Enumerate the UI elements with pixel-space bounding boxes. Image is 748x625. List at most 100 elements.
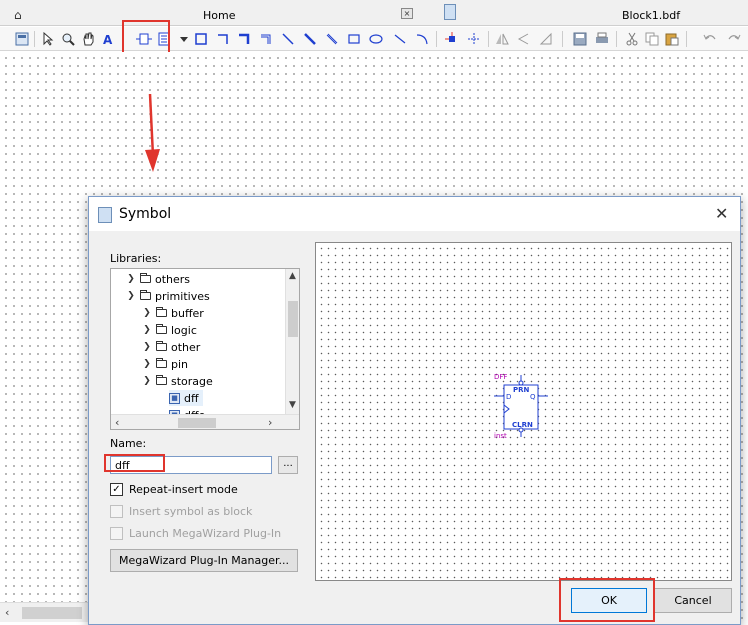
folder-open-icon	[140, 290, 151, 300]
folder-icon	[156, 307, 167, 317]
tab-home[interactable]: ⌂ Home ×	[0, 2, 420, 26]
tree-item-primitives[interactable]: ❯ primitives	[125, 288, 210, 304]
tree-item-pin[interactable]: ❯ pin	[141, 356, 188, 372]
cancel-button[interactable]: Cancel	[654, 588, 732, 613]
chevron-up-icon[interactable]: ▲	[289, 271, 296, 281]
tree-item-label: logic	[171, 323, 197, 337]
orthogonal-conduit-icon[interactable]	[258, 31, 274, 47]
chevron-right-icon[interactable]: ❯	[141, 342, 153, 352]
chevron-down-icon[interactable]: ❯	[125, 291, 137, 301]
tree-vscrollbar[interactable]: ▲ ▼	[285, 269, 299, 414]
print-icon[interactable]	[594, 31, 610, 47]
zoom-icon[interactable]	[60, 31, 76, 47]
chevron-right-icon[interactable]: ❯	[141, 308, 153, 318]
partial-line-icon[interactable]	[466, 31, 482, 47]
name-field-highlight	[104, 454, 165, 472]
orthogonal-bus-icon[interactable]	[236, 31, 252, 47]
cut-icon[interactable]	[624, 31, 640, 47]
chevron-down-icon[interactable]: ▼	[289, 400, 296, 410]
check-icon[interactable]: ✓	[110, 482, 123, 496]
close-icon[interactable]: ×	[401, 8, 413, 19]
assign-pins-icon[interactable]	[444, 31, 460, 47]
paste-icon[interactable]	[664, 31, 680, 47]
tree-item-storage[interactable]: ❯ storage	[141, 373, 213, 389]
diagonal-node-icon[interactable]	[280, 31, 296, 47]
pin-d-label: D	[506, 393, 511, 401]
libraries-tree[interactable]: ❯ others ❯ primitives ❯ buffer ❯ logic ❯…	[110, 268, 300, 430]
chevron-right-icon[interactable]: ❯	[141, 359, 153, 369]
browse-button[interactable]: ...	[278, 456, 298, 474]
folder-open-icon	[156, 375, 167, 385]
insert-block-checkbox: Insert symbol as block	[110, 503, 252, 519]
folder-icon	[156, 358, 167, 368]
rectangle-tool-icon[interactable]	[193, 31, 209, 47]
scroll-thumb[interactable]	[178, 418, 216, 428]
line-icon[interactable]	[392, 31, 408, 47]
tree-item-label: buffer	[171, 306, 204, 320]
chevron-left-icon[interactable]: ‹	[115, 416, 119, 429]
chevron-down-icon[interactable]: ❯	[141, 376, 153, 386]
folder-icon	[156, 341, 167, 351]
launch-megawizard-label: Launch MegaWizard Plug-In	[129, 526, 282, 540]
tab-bar: ⌂ Home × Block1.bdf	[0, 0, 748, 26]
flip-horizontal-icon[interactable]	[494, 31, 510, 47]
pin-dropdown-icon[interactable]	[176, 31, 192, 47]
undo-icon[interactable]	[702, 31, 718, 47]
select-tool-icon[interactable]	[40, 31, 56, 47]
tree-hscrollbar[interactable]: ‹ ›	[111, 414, 299, 429]
folder-icon	[156, 324, 167, 334]
repeat-insert-checkbox[interactable]: ✓ Repeat-insert mode	[110, 481, 238, 497]
copy-icon[interactable]	[644, 31, 660, 47]
tab-block1[interactable]: Block1.bdf	[440, 2, 748, 26]
flip-vertical-icon[interactable]	[516, 31, 532, 47]
bdf-file-icon	[444, 4, 456, 20]
chevron-right-icon[interactable]: ❯	[141, 325, 153, 335]
canvas-hscrollbar[interactable]: ‹	[0, 602, 90, 622]
tree-item-logic[interactable]: ❯ logic	[141, 322, 197, 338]
megawizard-manager-button[interactable]: MegaWizard Plug-In Manager...	[110, 549, 298, 572]
libraries-label: Libraries:	[110, 252, 162, 265]
redo-icon[interactable]	[726, 31, 742, 47]
scroll-thumb[interactable]	[22, 607, 82, 619]
detach-window-icon[interactable]	[14, 31, 30, 47]
repeat-insert-label: Repeat-insert mode	[129, 482, 238, 496]
ellipse-icon[interactable]	[368, 31, 384, 47]
tree-item-label: other	[171, 340, 201, 354]
pan-hand-icon[interactable]	[80, 31, 96, 47]
rotate-icon[interactable]	[538, 31, 554, 47]
arc-icon[interactable]	[414, 31, 430, 47]
pin-prn-label: PRN	[513, 386, 530, 394]
tree-item-dff[interactable]: ■ dff	[169, 390, 203, 406]
folder-icon	[140, 273, 151, 283]
dff-symbol-graphic: DFF PRN D Q CLRN inst	[494, 373, 548, 440]
tree-item-others[interactable]: ❯ others	[125, 271, 190, 287]
dialog-titlebar: Symbol ✕	[89, 197, 740, 231]
close-icon[interactable]: ✕	[715, 204, 728, 223]
ok-button-highlight	[559, 578, 655, 622]
tree-item-other[interactable]: ❯ other	[141, 339, 200, 355]
tree-item-label: dff	[184, 391, 199, 405]
rectangle-icon[interactable]	[346, 31, 362, 47]
scroll-thumb[interactable]	[288, 301, 298, 337]
diagonal-bus-icon[interactable]	[302, 31, 318, 47]
text-tool-icon[interactable]: A	[100, 31, 116, 47]
symbol-icon: ■	[169, 392, 180, 404]
tree-item-buffer[interactable]: ❯ buffer	[141, 305, 204, 321]
dialog-title: Symbol	[119, 206, 172, 222]
block-editor-toolbar: A	[0, 27, 748, 51]
chevron-right-icon[interactable]: ❯	[125, 274, 137, 284]
save-icon[interactable]	[572, 31, 588, 47]
symbol-dialog: Symbol ✕ Libraries: ❯ others ❯ primitive…	[88, 196, 741, 625]
symbol-preview: DFF PRN D Q CLRN inst	[315, 242, 732, 581]
scroll-left-icon[interactable]: ‹	[5, 606, 9, 619]
symbol-name-label: DFF	[494, 373, 507, 381]
annotation-arrow-icon	[145, 93, 160, 172]
tree-item-label: pin	[171, 357, 189, 371]
home-icon: ⌂	[14, 8, 22, 22]
tree-item-label: primitives	[155, 289, 210, 303]
name-label: Name:	[110, 437, 147, 450]
launch-megawizard-checkbox: Launch MegaWizard Plug-In	[110, 525, 281, 541]
diagonal-conduit-icon[interactable]	[324, 31, 340, 47]
chevron-right-icon[interactable]: ›	[268, 416, 272, 429]
orthogonal-node-icon[interactable]	[215, 31, 231, 47]
